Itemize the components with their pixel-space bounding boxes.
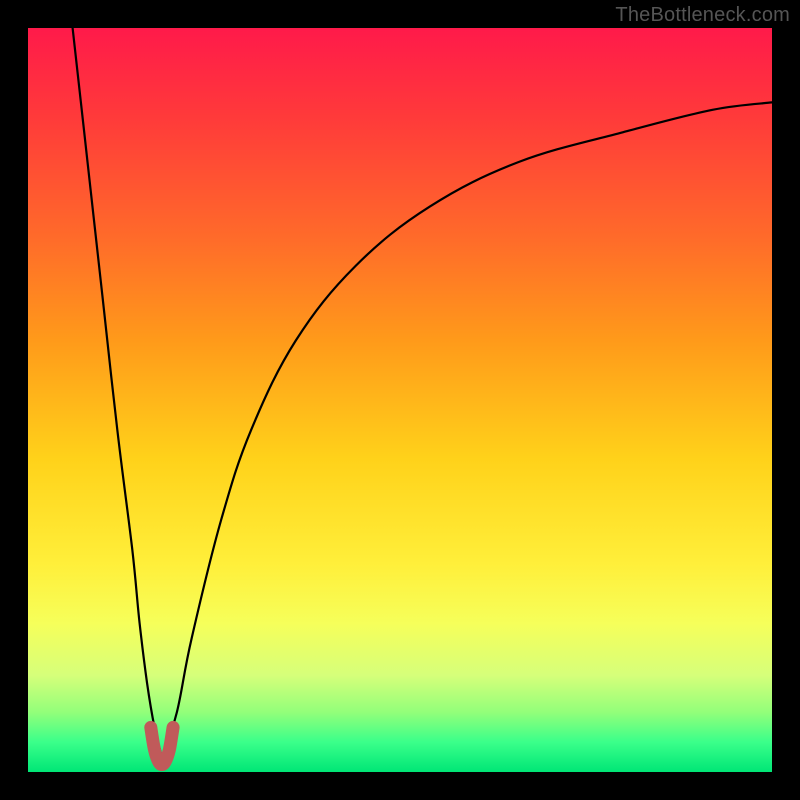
u-marker — [151, 727, 173, 764]
curve-right-branch — [162, 102, 772, 757]
curve-left-branch — [73, 28, 162, 757]
chart-frame: TheBottleneck.com — [0, 0, 800, 800]
curve-layer — [28, 28, 772, 772]
watermark-label: TheBottleneck.com — [615, 4, 790, 27]
bottleneck-curve — [73, 28, 772, 757]
plot-area — [28, 28, 772, 772]
